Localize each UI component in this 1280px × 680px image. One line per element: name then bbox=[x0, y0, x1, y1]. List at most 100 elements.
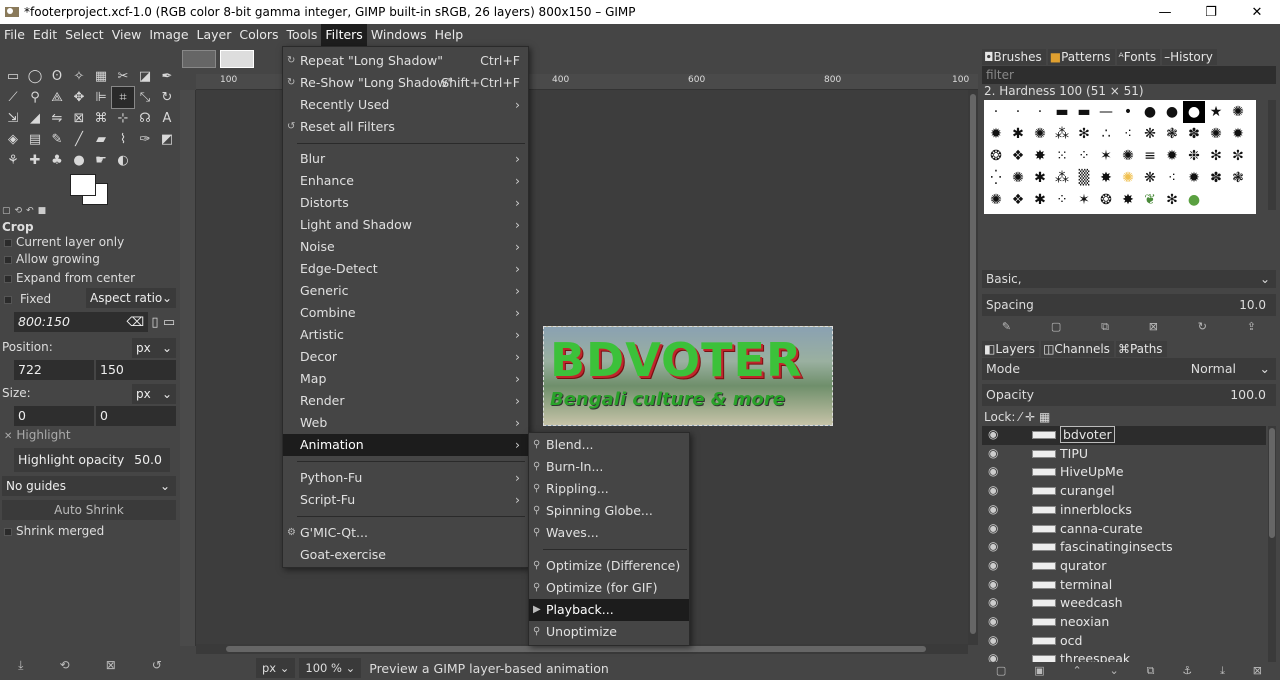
reset-options-icon[interactable]: ↺ bbox=[152, 658, 162, 678]
shear-icon[interactable]: ⇲ bbox=[2, 108, 24, 129]
eye-icon[interactable]: ◉ bbox=[988, 521, 998, 535]
flip-icon[interactable]: ⇋ bbox=[46, 108, 68, 129]
brush-item[interactable]: ❦ bbox=[1140, 190, 1160, 210]
menu-item-python-fu[interactable]: Python-Fu › bbox=[283, 467, 528, 489]
brush-item[interactable]: ▬ bbox=[1074, 102, 1094, 122]
color-swatches[interactable] bbox=[70, 174, 110, 205]
brush-item[interactable]: ✺ bbox=[1206, 124, 1226, 144]
brush-item[interactable]: ✸ bbox=[1030, 146, 1050, 166]
lock-alpha-icon[interactable]: ▦ bbox=[1039, 410, 1050, 424]
eye-icon[interactable]: ◉ bbox=[988, 502, 998, 516]
expand-from-center-option[interactable]: Expand from center bbox=[0, 271, 178, 285]
brush-item[interactable]: ❋ bbox=[1140, 124, 1160, 144]
brush-item[interactable]: ❃ bbox=[1162, 124, 1182, 144]
heal-icon[interactable]: ✚ bbox=[24, 150, 46, 171]
perspective-icon[interactable]: ◢ bbox=[24, 108, 46, 129]
lower-layer-icon[interactable]: ⌄ bbox=[1110, 664, 1119, 680]
color-select-icon[interactable]: ▦ bbox=[90, 66, 112, 87]
brush-item[interactable]: ✹ bbox=[1184, 168, 1204, 188]
image-tab[interactable] bbox=[182, 50, 216, 68]
tab-paths[interactable]: ⌘Paths bbox=[1115, 341, 1167, 357]
bucket-fill-icon[interactable]: ◈ bbox=[2, 129, 24, 150]
brush-item[interactable]: ✻ bbox=[1206, 146, 1226, 166]
perspective-clone-icon[interactable]: ♣ bbox=[46, 150, 68, 171]
layers-scrollbar[interactable] bbox=[1268, 426, 1276, 662]
blur-icon[interactable]: ● bbox=[68, 150, 90, 171]
menu-item-optimize-difference[interactable]: ⚲ Optimize (Difference) bbox=[529, 555, 689, 577]
layer-row[interactable]: ◉ threespeak bbox=[982, 650, 1266, 662]
ink-icon[interactable]: ✑ bbox=[134, 129, 156, 150]
brush-item[interactable]: ✺ bbox=[1118, 168, 1138, 188]
guides-dropdown[interactable]: No guides ⌄ bbox=[2, 476, 176, 496]
delete-options-icon[interactable]: ⊠ bbox=[106, 658, 116, 678]
delete-brush-icon[interactable]: ⊠ bbox=[1149, 320, 1158, 338]
eye-icon[interactable]: ◉ bbox=[988, 651, 998, 662]
brush-item[interactable]: ❂ bbox=[1096, 190, 1116, 210]
brush-item[interactable]: ✻ bbox=[1162, 190, 1182, 210]
menu-item-render[interactable]: Render › bbox=[283, 390, 528, 412]
brush-item[interactable]: ⁂ bbox=[1052, 168, 1072, 188]
menu-item-noise[interactable]: Noise › bbox=[283, 236, 528, 258]
move-icon[interactable]: ✥ bbox=[68, 87, 90, 108]
layer-row[interactable]: ◉ terminal bbox=[982, 576, 1266, 595]
position-unit-dropdown[interactable]: px ⌄ bbox=[132, 338, 176, 358]
layer-row[interactable]: ◉ fascinatinginsects bbox=[982, 538, 1266, 557]
brush-filter-input[interactable]: filter bbox=[982, 66, 1276, 84]
menu-select[interactable]: Select bbox=[61, 24, 108, 46]
text-icon[interactable]: A bbox=[156, 108, 178, 129]
brush-item[interactable]: — bbox=[1096, 102, 1116, 122]
paintbrush-icon[interactable]: ╱ bbox=[68, 129, 90, 150]
raise-layer-icon[interactable]: ⌃ bbox=[1072, 664, 1081, 680]
brush-item[interactable]: ✸ bbox=[1118, 190, 1138, 210]
tab-patterns[interactable]: ■Patterns bbox=[1047, 49, 1115, 65]
brush-item[interactable]: · bbox=[986, 102, 1006, 122]
scissors-icon[interactable]: ✂ bbox=[112, 66, 134, 87]
tab-brushes[interactable]: ◘Brushes bbox=[982, 49, 1046, 65]
lock-position-icon[interactable]: ✛ bbox=[1025, 410, 1035, 424]
layer-row[interactable]: ◉ qurator bbox=[982, 557, 1266, 576]
menu-item-burn-in[interactable]: ⚲ Burn-In... bbox=[529, 456, 689, 478]
layer-row[interactable]: ◉ curangel bbox=[982, 482, 1266, 501]
rect-select-icon[interactable]: ▭ bbox=[2, 66, 24, 87]
brush-item[interactable]: ● bbox=[1162, 102, 1182, 122]
aspect-ratio-dropdown[interactable]: Aspect ratio ⌄ bbox=[86, 288, 176, 308]
measure-icon[interactable]: ⟁ bbox=[46, 87, 68, 108]
menu-help[interactable]: Help bbox=[431, 24, 468, 46]
brush-item[interactable]: ❂ bbox=[986, 146, 1006, 166]
menu-item-reshow[interactable]: ↻ Re-Show "Long Shadow" Shift+Ctrl+F bbox=[283, 72, 528, 94]
foreground-select-icon[interactable]: ◪ bbox=[134, 66, 156, 87]
checkbox[interactable] bbox=[4, 255, 12, 264]
menu-item-recently-used[interactable]: Recently Used › bbox=[283, 94, 528, 116]
menu-item-enhance[interactable]: Enhance › bbox=[283, 170, 528, 192]
brush-item[interactable]: ✱ bbox=[1030, 190, 1050, 210]
layer-row[interactable]: ◉ neoxian bbox=[982, 613, 1266, 632]
scroll-thumb[interactable] bbox=[970, 94, 976, 634]
restore-options-icon[interactable]: ⟲ bbox=[60, 658, 70, 678]
menu-item-spinning-globe[interactable]: ⚲ Spinning Globe... bbox=[529, 500, 689, 522]
brush-item[interactable]: ✺ bbox=[1030, 124, 1050, 144]
menu-item-web[interactable]: Web › bbox=[283, 412, 528, 434]
zoom-icon[interactable]: ⚲ bbox=[24, 87, 46, 108]
brush-item[interactable]: ● bbox=[1140, 102, 1160, 122]
highlight-opacity-slider[interactable]: Highlight opacity 50.0 bbox=[14, 448, 170, 472]
menu-edit[interactable]: Edit bbox=[29, 24, 61, 46]
maximize-button[interactable]: ❐ bbox=[1188, 0, 1234, 24]
brush-preset-dropdown[interactable]: Basic, ⌄ bbox=[982, 270, 1276, 288]
brush-item[interactable]: ⁂ bbox=[1052, 124, 1072, 144]
menu-item-blur[interactable]: Blur › bbox=[283, 148, 528, 170]
brush-item[interactable]: · bbox=[1008, 102, 1028, 122]
brushes-scrollbar[interactable] bbox=[1268, 100, 1276, 210]
checkbox[interactable] bbox=[4, 238, 12, 247]
brush-item[interactable]: ❖ bbox=[1008, 190, 1028, 210]
menu-item-combine[interactable]: Combine › bbox=[283, 302, 528, 324]
layer-row[interactable]: ◉ canna-curate bbox=[982, 520, 1266, 539]
ratio-input[interactable]: 800:150 ⌫ bbox=[14, 312, 148, 332]
brush-item[interactable]: ★ bbox=[1206, 102, 1226, 122]
menu-item-unoptimize[interactable]: ⚲ Unoptimize bbox=[529, 621, 689, 643]
merge-layer-icon[interactable]: ⤓ bbox=[1220, 664, 1225, 680]
landscape-icon[interactable]: ▭ bbox=[162, 312, 176, 333]
open-as-image-icon[interactable]: ⇪ bbox=[1247, 320, 1256, 338]
save-options-icon[interactable]: ⤓ bbox=[18, 658, 23, 678]
layer-row[interactable]: ◉ innerblocks bbox=[982, 501, 1266, 520]
brush-item[interactable]: ❋ bbox=[1140, 168, 1160, 188]
